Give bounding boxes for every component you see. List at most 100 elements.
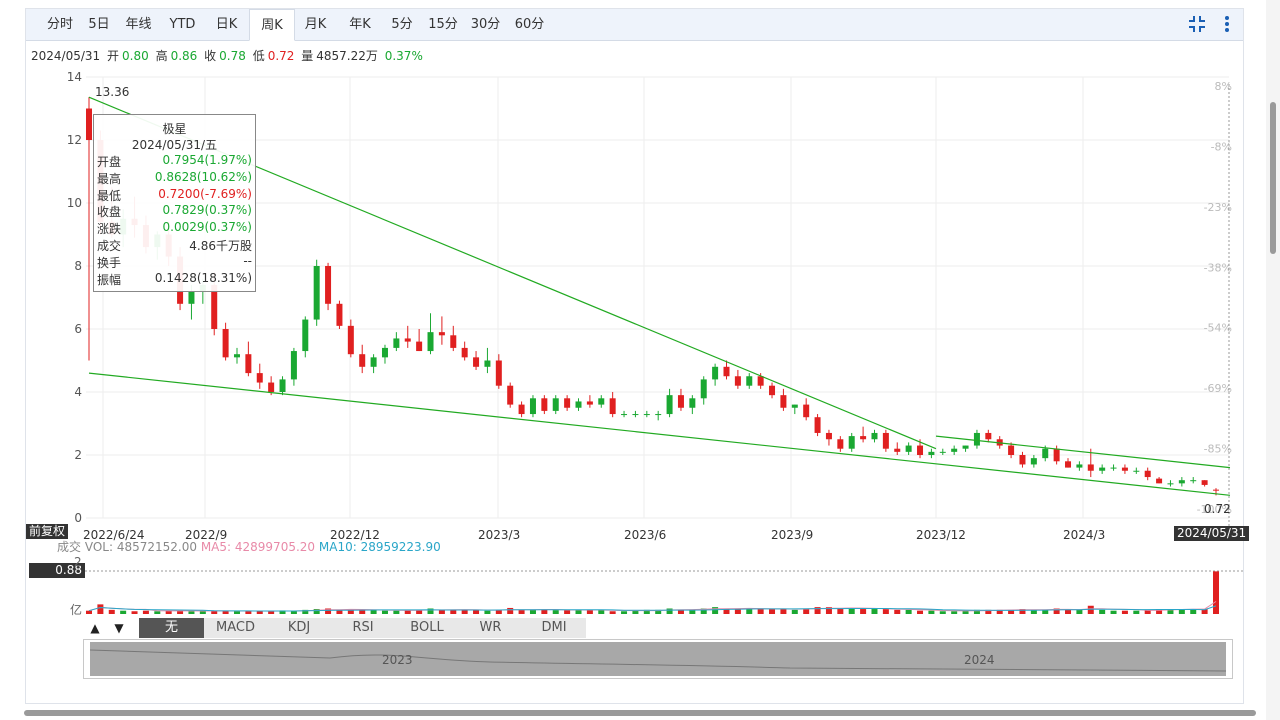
indicator-tab-3[interactable]: RSI: [331, 618, 396, 638]
volume-bar: [142, 610, 149, 614]
volume-bar: [928, 610, 935, 614]
volume-bar: [86, 610, 92, 614]
tooltip-key: 振幅: [97, 272, 122, 287]
arrow-up-button[interactable]: ▲: [84, 618, 106, 638]
candle-body: [1178, 480, 1185, 484]
volume-bar: [404, 610, 411, 614]
volume-bar: [529, 609, 536, 614]
volume-bar: [245, 611, 252, 614]
tooltip-date: 2024/05/31/五: [131, 138, 218, 152]
ohlc-tooltip: 极星 2024/05/31/五 开盘 0.7954(1.97%) 最高 0.8628(…: [93, 114, 256, 292]
tooltip-value: --: [243, 253, 252, 268]
volume-bar: [1133, 610, 1140, 614]
range-navigator[interactable]: 2023 2024: [83, 639, 1233, 679]
candle-body: [518, 404, 525, 415]
candle-body: [803, 404, 810, 418]
candle-body: [1156, 478, 1163, 484]
candle-body: [1121, 467, 1128, 471]
y-tick-label: 4: [74, 385, 82, 399]
candle-body: [655, 414, 662, 416]
candle-body: [438, 332, 445, 336]
indicator-tab-5[interactable]: WR: [459, 618, 523, 638]
pct-tick-label: -54%: [1204, 322, 1232, 335]
horizontal-scrollbar[interactable]: [18, 708, 1263, 718]
volume-bar: [769, 609, 776, 614]
candlestick-chart[interactable]: 024681012148%-8%-23%-38%-54%-69%-85%-100…: [26, 9, 1243, 619]
candle-body: [962, 445, 969, 449]
indicator-tab-4[interactable]: BOLL: [395, 618, 460, 638]
candle-body: [256, 373, 263, 383]
tooltip-value: 0.7954(1.97%): [162, 153, 252, 167]
volume-bar: [564, 610, 571, 614]
volume-legend: 成交 VOL: 48572152.00 MA5: 42899705.20 MA1…: [57, 538, 441, 555]
pct-tick-label: 8%: [1215, 80, 1232, 93]
vertical-scrollbar[interactable]: [1266, 0, 1280, 720]
candle-body: [268, 382, 275, 392]
cursor-date-tag: 2024/05/31: [1174, 526, 1250, 541]
candle-body: [769, 385, 776, 396]
navigator-label-2023: 2023: [382, 653, 413, 667]
candle-body: [632, 414, 639, 416]
candle-body: [939, 451, 946, 453]
candle-body: [290, 351, 297, 380]
candle-body: [689, 398, 696, 408]
tooltip-row: 收盘 0.7829(0.37%): [94, 203, 255, 220]
indicator-tab-6[interactable]: DMI: [522, 618, 587, 638]
tooltip-title: 极星: [162, 122, 187, 136]
candle-body: [188, 291, 195, 304]
candle-body: [325, 266, 332, 304]
volume-bar: [256, 611, 263, 614]
volume-bar: [621, 611, 628, 614]
volume-bar: [882, 609, 889, 614]
candle-body: [1087, 464, 1094, 471]
volume-bar: [791, 609, 798, 614]
tooltip-row: 涨跌 0.0029(0.37%): [94, 220, 255, 237]
tooltip-value: 0.7200(-7.69%): [158, 186, 252, 201]
min-price-label: 0.72: [1204, 502, 1231, 516]
candle-body: [1042, 448, 1049, 459]
candle-body: [529, 398, 536, 415]
tooltip-value: 0.1428(18.31%): [154, 270, 252, 285]
volume-top-tick: 2: [74, 555, 82, 569]
volume-bar: [1099, 609, 1106, 614]
candle-body: [780, 395, 787, 408]
y-tick-label: 0: [74, 511, 82, 525]
volume-bar: [1213, 571, 1219, 614]
trend-line: [88, 372, 1231, 496]
indicator-tab-1[interactable]: MACD: [204, 618, 268, 638]
horizontal-scroll-thumb[interactable]: [24, 710, 1256, 716]
volume-bar: [712, 607, 719, 614]
volume-bar: [837, 608, 844, 614]
candle-body: [416, 341, 423, 352]
tooltip-key: 成交: [97, 238, 122, 253]
volume-bar: [894, 609, 901, 614]
volume-label: 成交: [57, 540, 82, 554]
volume-bar: [381, 610, 388, 614]
candle-body: [734, 376, 741, 386]
volume-value: VOL: 48572152.00: [84, 540, 197, 554]
candle-body: [1019, 455, 1026, 465]
tooltip-row: 换手 --: [94, 254, 255, 271]
indicator-tab-2[interactable]: KDJ: [267, 618, 332, 638]
candle-body: [1030, 458, 1037, 465]
arrow-down-button[interactable]: ▼: [108, 618, 130, 638]
candle-body: [1110, 467, 1117, 469]
candle-body: [302, 319, 309, 352]
pct-tick-label: -8%: [1211, 140, 1232, 153]
navigator-selection[interactable]: [90, 642, 1226, 676]
candle-body: [552, 398, 559, 411]
candle-body: [723, 366, 730, 377]
adjust-tag[interactable]: 前复权: [26, 524, 69, 539]
volume-bar: [507, 607, 514, 614]
volume-bar: [1110, 610, 1117, 614]
volume-bar: [484, 610, 491, 614]
volume-bar: [131, 611, 138, 614]
candle-body: [837, 439, 844, 449]
vertical-scroll-thumb[interactable]: [1270, 102, 1276, 254]
candle-body: [894, 448, 901, 452]
indicator-tab-0[interactable]: 无: [139, 618, 205, 638]
volume-bar: [154, 611, 161, 614]
x-tick-label: 2023/3: [478, 528, 520, 542]
candle-body: [746, 376, 753, 386]
volume-bar: [860, 609, 867, 614]
